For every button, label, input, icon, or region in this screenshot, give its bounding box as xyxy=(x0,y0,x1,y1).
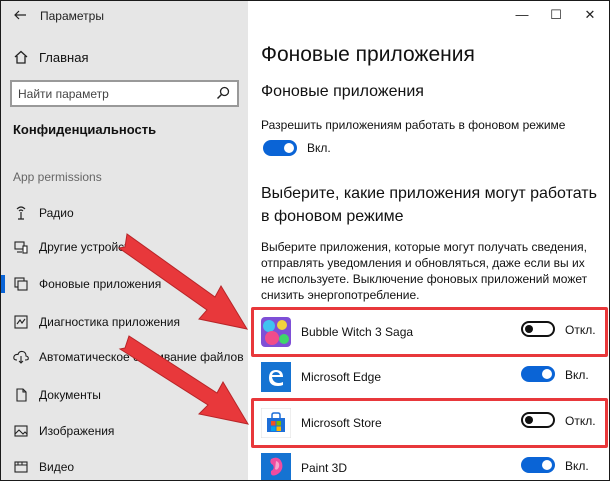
sidebar-item-label: Радио xyxy=(39,206,74,220)
sidebar-item-video[interactable]: Видео xyxy=(1,452,248,480)
app-background-toggle[interactable] xyxy=(521,457,555,473)
page-title: Фоновые приложения xyxy=(261,43,475,66)
app-toggle-label: Вкл. xyxy=(565,368,589,382)
diagnostics-icon xyxy=(13,314,29,330)
search-input[interactable] xyxy=(12,82,202,105)
app-row-paint-3d: Paint 3D Вкл. xyxy=(261,453,601,480)
app-row-microsoft-edge: Microsoft Edge Вкл. xyxy=(261,362,601,398)
close-button[interactable]: ✕ xyxy=(575,4,605,26)
app-name: Paint 3D xyxy=(301,461,348,475)
app-background-toggle[interactable] xyxy=(521,366,555,382)
devices-icon xyxy=(13,239,29,255)
choose-apps-description: Выберите приложения, которые могут получ… xyxy=(261,240,588,302)
video-icon xyxy=(13,459,29,475)
sidebar-item-label: Видео xyxy=(39,460,75,474)
radio-icon xyxy=(13,205,29,221)
sidebar-item-background-apps[interactable]: Фоновые приложения xyxy=(1,269,248,299)
sidebar-item-images[interactable]: Изображения xyxy=(1,416,248,446)
allow-background-text: Разрешить приложениям работать в фоновом… xyxy=(261,118,566,132)
allow-background-toggle[interactable] xyxy=(263,140,297,156)
background-apps-icon xyxy=(13,276,29,292)
highlight-box-microsoft-store xyxy=(251,398,608,448)
choose-apps-title: Выберите, какие приложения могут работат… xyxy=(261,185,597,225)
home-label: Главная xyxy=(39,49,89,65)
image-icon xyxy=(13,423,29,439)
sidebar-item-label: Изображения xyxy=(39,424,115,438)
sidebar-item-label: Документы xyxy=(39,388,101,402)
app-toggle-label: Вкл. xyxy=(565,459,589,473)
back-button[interactable] xyxy=(9,5,31,25)
title-bar: Параметры — ☐ ✕ xyxy=(1,1,609,31)
home-icon xyxy=(13,49,29,65)
toggle-knob xyxy=(284,143,294,153)
section-title: Конфиденциальность xyxy=(13,122,157,137)
group-title: App permissions xyxy=(13,170,102,184)
toggle-knob xyxy=(542,369,552,379)
sidebar-item-label: Другие устройства xyxy=(39,240,143,254)
sidebar-item-radio[interactable]: Радио xyxy=(1,198,248,228)
app-name: Microsoft Edge xyxy=(301,370,382,384)
sidebar-home[interactable]: Главная xyxy=(13,47,88,67)
search-box[interactable] xyxy=(10,80,239,107)
highlight-box-bubble-witch xyxy=(251,307,608,357)
search-icon[interactable] xyxy=(216,86,230,100)
sidebar-item-diagnostics[interactable]: Диагностика приложения xyxy=(1,307,248,337)
settings-window: Главная Конфиденциальность App permissio… xyxy=(0,0,610,481)
sidebar: Главная Конфиденциальность App permissio… xyxy=(1,1,248,480)
toggle-knob xyxy=(542,460,552,470)
cloud-download-icon xyxy=(13,349,29,365)
sidebar-item-auto-download[interactable]: Автоматическое скачивание файлов xyxy=(1,342,248,372)
sidebar-item-label: Фоновые приложения xyxy=(39,277,162,291)
maximize-button[interactable]: ☐ xyxy=(541,4,571,26)
document-icon xyxy=(13,387,29,403)
sidebar-item-label: Диагностика приложения xyxy=(39,315,180,329)
sidebar-item-label: Автоматическое скачивание файлов xyxy=(39,350,244,364)
paint-3d-icon xyxy=(261,453,291,480)
sidebar-item-devices[interactable]: Другие устройства xyxy=(1,232,248,262)
edge-icon xyxy=(261,362,291,392)
window-title: Параметры xyxy=(40,9,104,23)
allow-background-toggle-label: Вкл. xyxy=(307,141,331,155)
minimize-button[interactable]: — xyxy=(507,4,537,26)
sub-title: Фоновые приложения xyxy=(261,83,424,100)
sidebar-item-documents[interactable]: Документы xyxy=(1,380,248,410)
